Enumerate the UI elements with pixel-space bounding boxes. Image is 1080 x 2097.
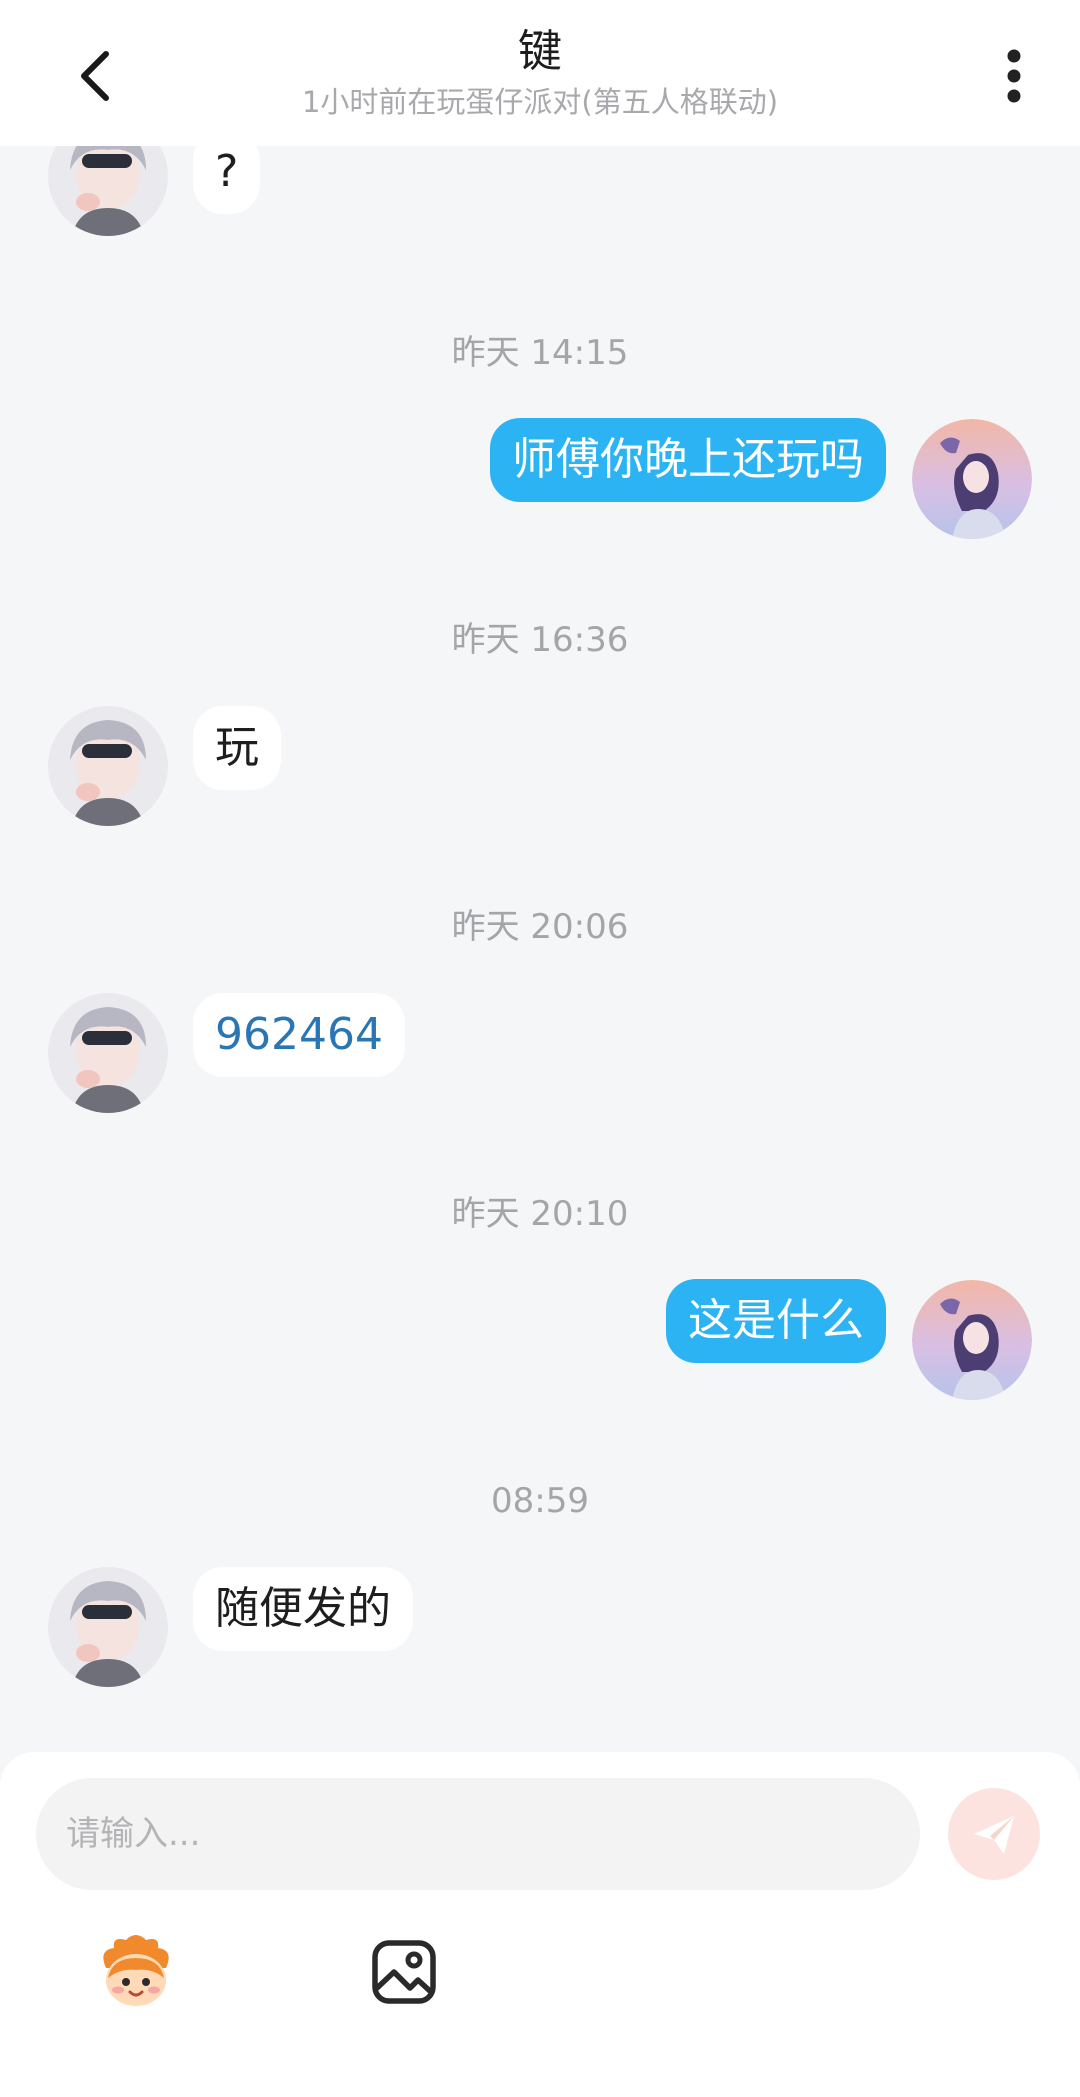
message-input[interactable] (36, 1778, 920, 1890)
incoming-message-bubble[interactable]: 962464 (193, 993, 405, 1077)
contact-name: 键 (518, 26, 562, 77)
message-timestamp: 08:59 (491, 1481, 589, 1521)
user-avatar[interactable] (912, 1280, 1032, 1400)
contact-avatar[interactable] (48, 706, 168, 826)
more-options-button[interactable] (986, 44, 1042, 108)
message-timestamp: 昨天 20:06 (451, 907, 629, 947)
contact-avatar[interactable] (48, 993, 168, 1113)
incoming-message-bubble[interactable]: ? (193, 146, 261, 214)
contact-avatar[interactable] (48, 146, 168, 236)
message-timestamp: 昨天 20:10 (451, 1194, 629, 1234)
message-list[interactable]: ? 昨天 14:15 师傅你晚上还玩吗 昨天 16:36 玩 昨天 20:06 … (0, 146, 1080, 1752)
image-icon (372, 1940, 436, 2004)
contact-status: 1小时前在玩蛋仔派对(第五人格联动) (301, 85, 779, 119)
send-button[interactable] (948, 1788, 1040, 1880)
chat-header: 键 1小时前在玩蛋仔派对(第五人格联动) (0, 0, 1080, 146)
outgoing-message-bubble[interactable]: 师傅你晚上还玩吗 (490, 418, 886, 502)
user-avatar[interactable] (912, 419, 1032, 539)
outgoing-message-bubble[interactable]: 这是什么 (666, 1279, 886, 1363)
message-timestamp: 昨天 16:36 (451, 620, 629, 660)
incoming-message-bubble[interactable]: 随便发的 (193, 1567, 413, 1651)
message-timestamp: 昨天 14:15 (451, 333, 629, 373)
more-vertical-icon (1007, 49, 1021, 103)
emoji-button[interactable] (86, 1922, 186, 2022)
message-composer (0, 1752, 1080, 2097)
mascot-emoji-icon (103, 1935, 169, 2006)
image-button[interactable] (354, 1922, 454, 2022)
paper-plane-icon (974, 1816, 1014, 1854)
incoming-message-bubble[interactable]: 玩 (193, 706, 281, 790)
contact-avatar[interactable] (48, 1567, 168, 1687)
